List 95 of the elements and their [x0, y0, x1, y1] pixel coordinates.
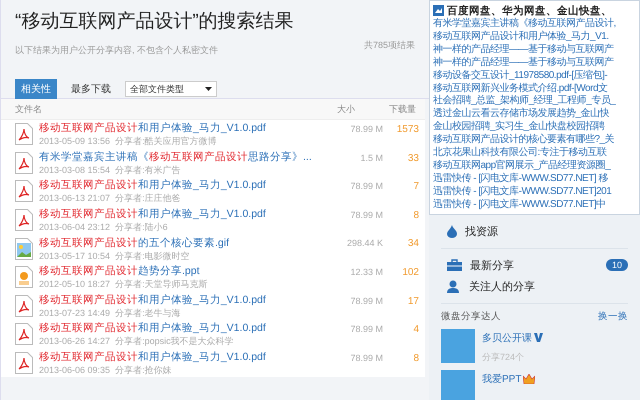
pdf-file-icon	[15, 152, 33, 174]
results-note: 以下结果为用户公开分享内容, 不包含个人私密文件	[15, 44, 218, 57]
presentation-file-icon	[15, 266, 33, 288]
nav-item[interactable]: 找资源	[441, 220, 628, 242]
file-name-link[interactable]: 移动互联网产品设计和用户体验_马力_V1.0.pdf	[39, 178, 331, 192]
share-date: 2012-05-10 18:27	[39, 279, 110, 290]
suggestion-item[interactable]: 迅雷快传 - [闪电文库-WWW.SD77.NET] 移	[433, 172, 636, 186]
download-count: 33	[406, 152, 420, 164]
refresh-link[interactable]: 换一换	[598, 310, 628, 323]
suggestion-item[interactable]: 移动设备交互设计_11978580.pdf-[压缩包]-	[433, 70, 636, 83]
toolbox-icon	[447, 259, 462, 272]
sharer-name: 分享者:天堂导师马克斯	[115, 279, 208, 290]
suggestion-item[interactable]: 移动互联网新兴业务模式介绍.pdf-[Word文	[433, 82, 636, 96]
suggestion-item[interactable]: 有米学堂嘉宾主讲稿《移动互联网产品设计,	[433, 18, 636, 31]
sharer-name: 分享者:有米广告	[115, 164, 181, 175]
crown-icon	[523, 374, 536, 384]
suggestion-item[interactable]: 迅雷快传 - [闪电文库-WWW.SD77.NET]中	[433, 198, 636, 212]
download-count: 17	[406, 294, 420, 307]
sort-tab[interactable]: 最多下载	[65, 79, 117, 99]
results-count: 共785项结果	[364, 39, 415, 52]
share-date: 2013-05-17 10:54	[39, 250, 110, 261]
column-header: 文件名	[14, 102, 43, 116]
sharer-name: 分享者:popsic我不是大众科学	[115, 336, 234, 346]
user-name-link[interactable]: 我爱PPT	[482, 372, 522, 386]
nav-item[interactable]: 关注人的分享	[441, 276, 628, 297]
results-title: “移动互联网产品设计”的搜索结果	[15, 11, 294, 32]
file-size: 78.99 M	[349, 180, 384, 192]
file-size: 12.33 M	[349, 266, 384, 277]
file-name-link[interactable]: 移动互联网产品设计趋势分享.ppt	[39, 264, 331, 278]
download-count: 7	[412, 180, 420, 192]
suggestion-item[interactable]: 透过金山云看云存储市场发展趋势_金山快	[433, 108, 636, 122]
file-size: 78.99 M	[349, 323, 384, 334]
sharer-name: 分享者:电影微时空	[115, 250, 190, 261]
file-type-dropdown[interactable]: 全部文件类型	[125, 81, 217, 97]
pdf-file-icon	[15, 123, 33, 146]
user-name-link[interactable]: 多贝公开课	[482, 330, 532, 345]
suggestion-item[interactable]: 移动互联网产品设计和用户体验_马力_V1.	[433, 30, 636, 44]
avatar-placeholder[interactable]	[441, 328, 475, 363]
share-date: 2013-03-08 15:54	[39, 164, 110, 175]
verified-icon	[534, 333, 543, 342]
file-size: 1.5 M	[359, 152, 384, 163]
suggestion-item[interactable]: 移动互联网产品设计的核心要素有哪些?_关	[433, 134, 636, 148]
avatar-placeholder[interactable]	[441, 370, 475, 400]
sort-tab[interactable]: 相关性	[15, 79, 57, 99]
share-date: 2013-06-06 09:35	[39, 365, 110, 376]
suggestion-item[interactable]: 神一样的产品经理——基于移动与互联网产	[433, 56, 636, 70]
download-count: 1573	[396, 123, 420, 135]
share-date: 2013-06-04 23:12	[39, 222, 110, 232]
nav-item[interactable]: 最新分享 10	[441, 254, 628, 276]
share-date: 2013-06-26 14:27	[39, 336, 110, 346]
section-title: 微盘分享达人	[441, 310, 501, 323]
count-badge: 10	[606, 259, 628, 272]
pdf-file-icon	[15, 294, 33, 317]
user-icon	[447, 280, 461, 293]
share-date: 2013-07-23 14:49	[39, 308, 110, 318]
suggestion-item[interactable]: 迅雷快传 - [闪电文库-WWW.SD77.NET]201	[433, 186, 636, 199]
file-size: 78.99 M	[349, 123, 384, 134]
file-name-link[interactable]: 移动互联网产品设计的五个核心要素.gif	[39, 236, 331, 250]
file-name-link[interactable]: 移动互联网产品设计和用户体验_马力_V1.0.pdf	[39, 350, 331, 364]
suggestion-title: 百度网盘、华为网盘、金山快盘、	[447, 4, 612, 18]
file-size: 78.99 M	[349, 352, 384, 363]
suggestion-item[interactable]: 北京花果山科技有限公司:专注于移动互联	[433, 147, 636, 160]
sharer-name: 分享者:老牛与海	[115, 308, 181, 318]
column-header: 下载量	[389, 102, 417, 116]
file-name-link[interactable]: 有米学堂嘉宾主讲稿《移动互联网产品设计思路分享》...	[39, 150, 331, 164]
download-count: 8	[412, 352, 420, 364]
file-name-link[interactable]: 移动互联网产品设计和用户体验_马力_V1.0.pdf	[39, 292, 331, 307]
column-header: 大小	[337, 102, 356, 116]
sharer-name: 分享者:酷关应用官方微博	[115, 136, 217, 146]
share-count: 分享724个	[482, 350, 526, 364]
file-name-link[interactable]: 移动互联网产品设计和用户体验_马力_V1.0.pdf	[39, 207, 331, 222]
suggestion-item[interactable]: 移动互联网app官网展示_产品经理资源圈_	[433, 160, 636, 173]
pdf-file-icon	[15, 180, 33, 202]
share-date: 2013-05-09 13:56	[39, 136, 110, 146]
suggestion-item[interactable]: 金山校园招聘_实习生_金山快盘校园招聘	[433, 121, 636, 134]
download-count: 102	[401, 266, 420, 278]
download-count: 4	[412, 323, 420, 336]
file-name-link[interactable]: 移动互联网产品设计和用户体验_马力_V1.0.pdf	[39, 321, 331, 336]
suggestion-item[interactable]: 神一样的产品经理——基于移动与互联网产	[433, 44, 636, 57]
file-size: 298.44 K	[346, 237, 384, 248]
sharer-name: 分享者:陆小6	[115, 222, 168, 232]
pdf-file-icon	[15, 352, 33, 374]
suggestion-item[interactable]: 社会招聘_总监_架构师_经理_工程师_专员_	[433, 95, 636, 108]
image-file-icon	[15, 238, 33, 260]
download-count: 8	[412, 208, 420, 221]
sharer-name: 分享者:庄庄他爸	[115, 193, 181, 204]
download-count: 34	[406, 237, 420, 250]
pdf-file-icon	[15, 209, 33, 232]
sharer-name: 分享者:抢你妹	[115, 365, 172, 376]
caret-icon	[205, 87, 212, 91]
share-date: 2013-06-13 21:07	[39, 193, 110, 204]
pdf-file-icon	[15, 323, 33, 346]
file-size: 78.99 M	[349, 208, 384, 220]
file-name-link[interactable]: 移动互联网产品设计和用户体验_马力_V1.0.pdf	[39, 121, 331, 136]
file-size: 78.99 M	[349, 294, 384, 306]
